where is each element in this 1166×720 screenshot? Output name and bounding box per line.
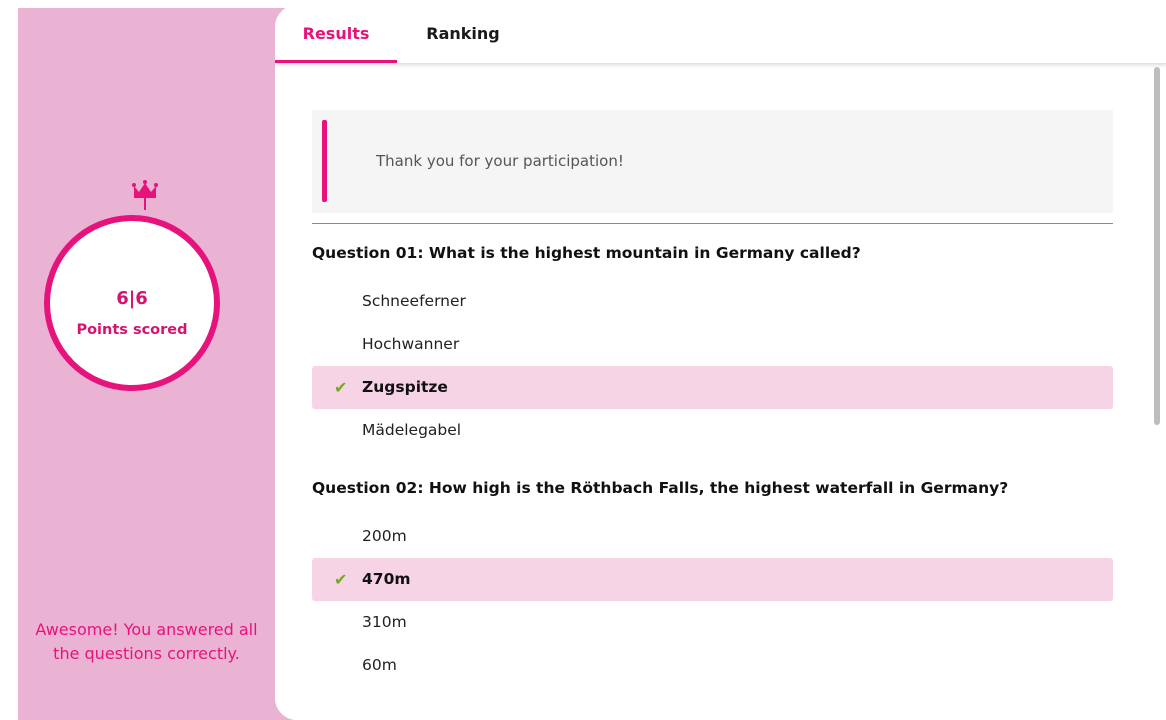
tab-ranking[interactable]: Ranking [413, 5, 513, 63]
scrollbar-thumb[interactable] [1154, 67, 1160, 425]
checkmark-icon: ✔ [334, 570, 348, 589]
answer-option: 200m [312, 515, 1113, 558]
answer-text: Schneeferner [362, 292, 466, 310]
answer-option: Mädelegabel [312, 409, 1113, 452]
answer-text: Hochwanner [362, 335, 460, 353]
answer-text: 470m [362, 570, 411, 588]
answer-option-correct: ✔ 470m [312, 558, 1113, 601]
result-message: Awesome! You answered all the questions … [35, 620, 258, 663]
answer-text: 200m [362, 527, 407, 545]
scroll-clip-area [275, 672, 1145, 720]
answer-option-correct: ✔ Zugspitze [312, 366, 1113, 409]
crown-icon [132, 180, 158, 210]
score-circle: 6|6 Points scored [44, 215, 220, 391]
answer-option: 310m [312, 601, 1113, 644]
answer-option: Hochwanner [312, 323, 1113, 366]
score-value: 6|6 [116, 288, 148, 309]
question-title: Question 01: What is the highest mountai… [312, 244, 861, 262]
results-panel: Results Ranking Thank you for your parti… [275, 5, 1166, 720]
score-label: Points scored [76, 322, 188, 338]
answer-option: Schneeferner [312, 280, 1113, 323]
results-content: Thank you for your participation! Questi… [312, 110, 1113, 687]
tab-bar: Results Ranking [275, 5, 1166, 64]
notice-accent-bar [322, 120, 327, 202]
divider [312, 223, 1113, 224]
quiz-results-page: 6|6 Points scored Awesome! You answered … [0, 0, 1166, 720]
participation-notice: Thank you for your participation! [312, 110, 1113, 213]
answer-text: Zugspitze [362, 378, 448, 396]
answer-text: Mädelegabel [362, 421, 462, 439]
question-title: Question 02: How high is the Röthbach Fa… [312, 479, 1009, 497]
tab-results[interactable]: Results [275, 5, 397, 63]
answer-list: 200m ✔ 470m 310m 60m [312, 515, 1113, 687]
answer-list: Schneeferner Hochwanner ✔ Zugspitze Mäde… [312, 280, 1113, 452]
notice-text: Thank you for your participation! [376, 152, 624, 170]
answer-text: 310m [362, 613, 407, 631]
checkmark-icon: ✔ [334, 378, 348, 397]
score-sidebar: 6|6 Points scored Awesome! You answered … [18, 8, 293, 720]
